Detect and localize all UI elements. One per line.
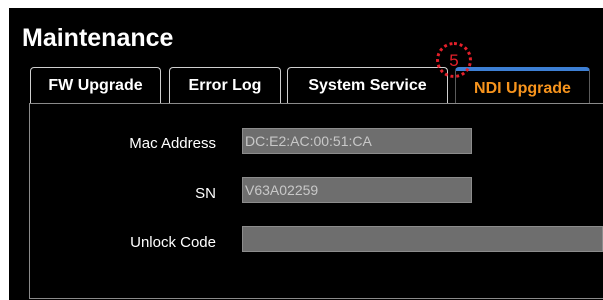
mac-address-label: Mac Address [129,135,216,152]
tab-fw-upgrade[interactable]: FW Upgrade [30,67,161,103]
sn-label: SN [195,185,216,202]
page-title: Maintenance [22,24,174,52]
unlock-code-label: Unlock Code [130,234,216,251]
tab-ndi-upgrade[interactable]: NDI Upgrade [455,67,590,104]
tab-error-log[interactable]: Error Log [169,67,281,103]
step-marker-annotation: 5 [436,42,472,78]
mac-address-field: DC:E2:AC:00:51:CA [242,128,472,154]
unlock-code-input[interactable] [242,226,603,252]
tab-system-service[interactable]: System Service [287,67,448,103]
sn-field: V63A02259 [242,177,472,203]
